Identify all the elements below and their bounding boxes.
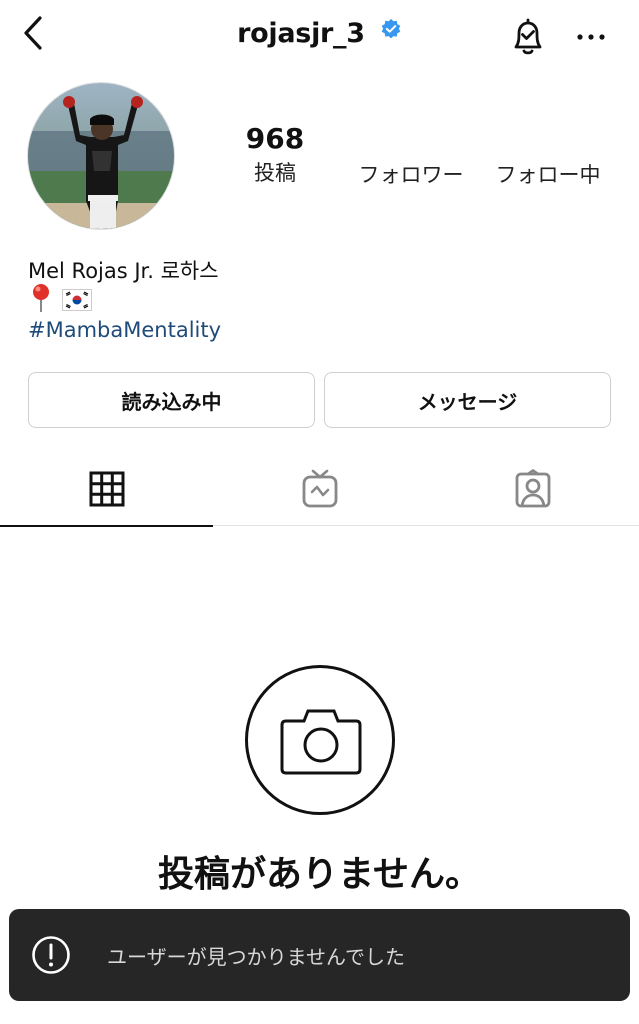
loading-button[interactable]: 読み込み中	[28, 372, 315, 428]
profile-full-name: Mel Rojas Jr. 로하스	[28, 259, 219, 283]
following-label: フォロー中	[495, 163, 601, 187]
followers-label: フォロワー	[358, 163, 464, 187]
error-toast[interactable]: ユーザーが見つかりませんでした	[9, 909, 630, 1001]
stat-following[interactable]: フォロー中	[488, 157, 608, 189]
top-bar: rojasjr_3	[0, 0, 639, 76]
grid-icon	[89, 471, 125, 511]
igtv-icon	[301, 469, 339, 513]
notification-bell-icon[interactable]	[508, 16, 548, 58]
message-button[interactable]: メッセージ	[324, 372, 611, 428]
posts-label: 投稿	[254, 161, 296, 185]
bio-hashtag-link[interactable]: #MambaMentality	[28, 318, 221, 342]
pushpin-icon	[30, 283, 52, 317]
profile-avatar[interactable]	[27, 82, 175, 230]
bio-emojis	[30, 283, 92, 317]
tab-tagged[interactable]	[426, 456, 639, 526]
posts-count: 968	[245, 122, 305, 155]
south-korea-flag-icon	[62, 289, 92, 311]
stat-posts[interactable]: 968 投稿	[244, 122, 306, 187]
toast-message: ユーザーが見つかりませんでした	[107, 944, 405, 969]
tagged-user-icon	[514, 469, 552, 513]
camera-icon	[280, 705, 362, 781]
tab-igtv[interactable]	[213, 456, 426, 526]
more-options-icon[interactable]	[574, 20, 608, 54]
empty-state-circle	[245, 665, 395, 815]
stat-followers[interactable]: フォロワー	[352, 157, 470, 189]
tab-grid[interactable]	[0, 456, 213, 527]
profile-tabs	[0, 456, 639, 527]
verified-badge-icon	[380, 16, 402, 47]
empty-state-message: 投稿がありません。	[158, 854, 481, 895]
alert-icon	[31, 935, 71, 975]
username-text: rojasjr_3	[237, 18, 365, 49]
